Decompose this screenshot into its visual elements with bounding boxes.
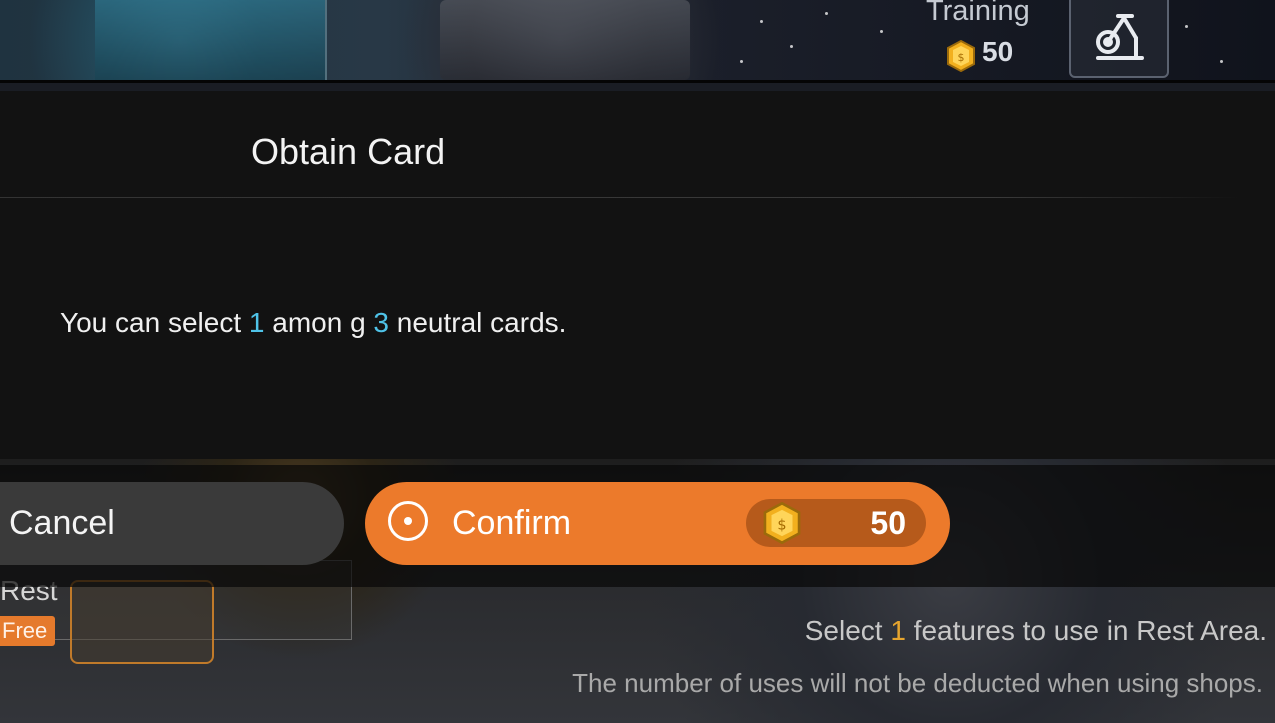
dialog-message-part1: You can select (60, 307, 249, 338)
instruction-prefix: Select (804, 615, 891, 646)
cancel-button[interactable]: Cancel (0, 482, 344, 565)
confirm-button-label: Confirm (452, 504, 572, 542)
confirm-cost-value: 50 (870, 505, 906, 541)
rest-chest-icon (70, 580, 214, 664)
svg-text:$: $ (777, 518, 786, 534)
training-button[interactable] (1069, 0, 1169, 78)
total-card-count: 3 (373, 307, 389, 338)
confirm-cost-pill: $ 50 (746, 499, 926, 547)
exercise-bike-icon (1096, 14, 1144, 60)
gold-coin-icon: $ (763, 502, 801, 544)
instruction-suffix: features to use in Rest Area. (905, 615, 1267, 646)
shop-usage-note: The number of uses will not be deducted … (572, 668, 1263, 698)
selectable-count: 1 (248, 307, 265, 338)
radio-target-icon (388, 501, 428, 541)
background-monitor-panel (95, 0, 327, 80)
training-label: Training (926, 0, 1030, 27)
training-cost: $ 50 (946, 36, 1014, 72)
training-cost-value: 50 (982, 36, 1014, 67)
gold-coin-icon: $ (947, 40, 975, 72)
svg-text:$: $ (958, 51, 965, 64)
background-machine (440, 0, 690, 80)
top-divider (0, 80, 1275, 83)
obtain-card-dialog: Obtain Card You can select 1 amon g 3 ne… (0, 91, 1275, 459)
confirm-button[interactable]: Confirm $ 50 (365, 482, 950, 565)
cancel-button-label: Cancel (9, 504, 115, 542)
dialog-title: Obtain Card (251, 131, 446, 172)
dialog-message-part3: neutral cards. (389, 307, 567, 338)
free-badge: Free (0, 616, 56, 646)
rest-area-instruction: Select 1 features to use in Rest Area. (805, 615, 1267, 647)
dialog-message: You can select 1 amon g 3 neutral cards. (60, 307, 566, 339)
dialog-divider (0, 197, 1240, 198)
dialog-message-part2: amon g (264, 307, 374, 338)
feature-count: 1 (890, 615, 906, 646)
